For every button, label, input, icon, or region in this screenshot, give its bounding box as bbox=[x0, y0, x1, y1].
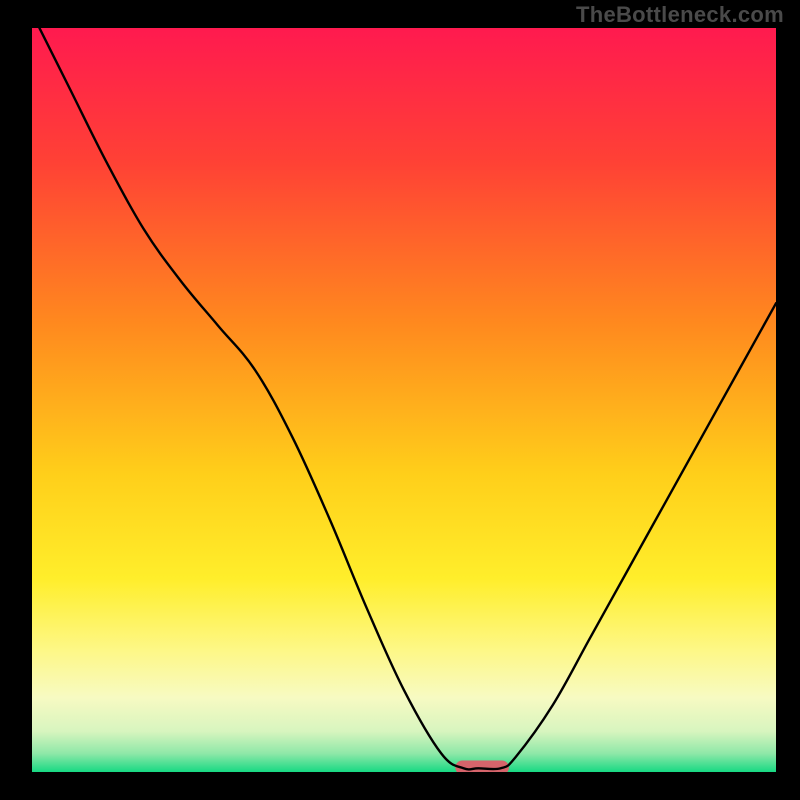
chart-background bbox=[32, 28, 776, 772]
optimum-marker bbox=[455, 760, 509, 772]
watermark-text: TheBottleneck.com bbox=[576, 2, 784, 28]
bottleneck-chart bbox=[32, 28, 776, 772]
chart-frame: { "watermark": { "text": "TheBottleneck.… bbox=[0, 0, 800, 800]
